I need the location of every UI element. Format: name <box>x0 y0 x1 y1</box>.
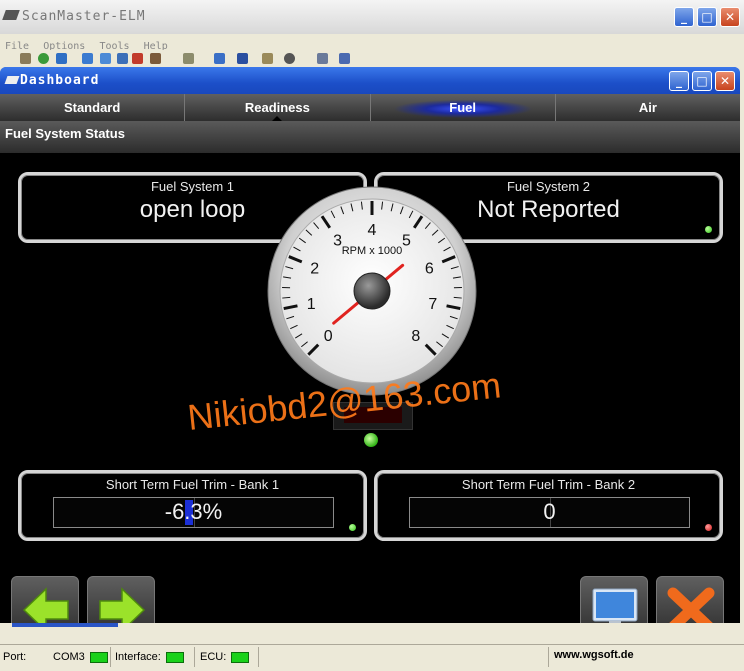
toolbar-connect-icon[interactable] <box>38 53 49 64</box>
gauge-unit-label: RPM x 1000 <box>342 245 403 257</box>
window-bottom-strip <box>0 623 744 644</box>
tab-air[interactable]: Air <box>556 94 740 121</box>
stft-bank2-label: Short Term Fuel Trim - Bank 2 <box>377 477 720 492</box>
dashboard-titlebar: Dashboard _ □ ✕ <box>0 67 740 94</box>
maximize-button[interactable]: □ <box>697 7 717 27</box>
gauge-tick-label: 2 <box>310 260 319 277</box>
status-port-label: Port: <box>3 650 26 664</box>
toolbar-person-icon[interactable] <box>150 53 161 64</box>
status-ecu: ECU: <box>200 650 249 664</box>
stft-bank2-value: 0 <box>410 499 689 525</box>
toolbar-settings-icon[interactable] <box>284 53 295 64</box>
interface-led-icon <box>166 652 184 663</box>
gauge-tick-label: 6 <box>425 260 434 277</box>
gauge-tick-label: 5 <box>402 232 411 249</box>
status-led-icon <box>705 226 712 233</box>
app-titlebar: ScanMaster-ELM _ □ ✕ <box>0 0 744 35</box>
app-icon <box>2 10 20 20</box>
tab-readiness[interactable]: Readiness <box>185 94 370 121</box>
status-port: COM3 <box>53 650 108 664</box>
toolbar-monitor-icon[interactable] <box>82 53 93 64</box>
gauge-tick-label: 8 <box>411 328 420 345</box>
stft-bank1-label: Short Term Fuel Trim - Bank 1 <box>21 477 364 492</box>
gauge-indicator-lamp <box>364 433 378 447</box>
gauge-tick-label: 1 <box>307 296 316 313</box>
toolbar-screen-icon[interactable] <box>214 53 225 64</box>
rpm-gauge: 012345678 RPM x 1000 <box>266 185 478 397</box>
toolbar-help-icon[interactable] <box>317 53 328 64</box>
stft-bank2-bar: 0 <box>409 497 690 528</box>
toolbar-card-icon[interactable] <box>237 53 248 64</box>
tab-bar: Standard Readiness Fuel Air <box>0 94 740 121</box>
status-ecu-label: ECU: <box>200 651 226 663</box>
toolbar-tool-icon[interactable] <box>20 53 31 64</box>
dashboard-title: Dashboard <box>20 73 99 88</box>
status-website-link[interactable]: www.wgsoft.de <box>554 649 634 661</box>
port-led-icon <box>90 652 108 663</box>
gauge-minor-tick <box>454 297 462 298</box>
stft-bank1-value: -6.3% <box>54 499 333 525</box>
app-title: ScanMaster-ELM <box>22 9 146 24</box>
toolbar-dashboard-icon[interactable] <box>56 53 67 64</box>
minimize-button[interactable]: _ <box>674 7 694 27</box>
gauge-tick-label: 0 <box>324 328 333 345</box>
status-interface-label: Interface: <box>115 651 161 663</box>
tab-standard[interactable]: Standard <box>0 94 185 121</box>
section-header: Fuel System Status <box>0 121 740 153</box>
stft-bank1-bar: -6.3% <box>53 497 334 528</box>
stft-bank2-panel: Short Term Fuel Trim - Bank 2 0 <box>374 470 723 541</box>
gauge-hub <box>354 273 390 309</box>
close-button[interactable]: ✕ <box>720 7 740 27</box>
status-bar: Port: COM3 Interface: ECU: www.wgsoft.de <box>0 644 744 671</box>
dashboard-maximize-button[interactable]: □ <box>692 71 712 91</box>
toolbar-print-icon[interactable] <box>262 53 273 64</box>
dashboard-icon <box>5 76 20 84</box>
toolbar-chart-icon[interactable] <box>117 53 128 64</box>
menu-bar: File Options Tools Help <box>0 34 744 50</box>
toolbar-clipboard-icon[interactable] <box>183 53 194 64</box>
status-led-icon <box>705 524 712 531</box>
gauge-minor-tick <box>282 297 290 298</box>
status-led-icon <box>349 524 356 531</box>
tab-fuel[interactable]: Fuel <box>371 94 556 121</box>
gauge-tick-label: 7 <box>428 296 437 313</box>
dashboard-minimize-button[interactable]: _ <box>669 71 689 91</box>
stft-bank1-panel: Short Term Fuel Trim - Bank 1 -6.3% <box>18 470 367 541</box>
ecu-led-icon <box>231 652 249 663</box>
toolbar-info-icon[interactable] <box>339 53 350 64</box>
section-title: Fuel System Status <box>5 126 125 141</box>
toolbar-window-icon[interactable] <box>100 53 111 64</box>
status-port-value: COM3 <box>53 651 85 663</box>
gauge-tick-label: 4 <box>368 222 377 239</box>
toolbar <box>0 50 744 66</box>
status-interface: Interface: <box>115 650 184 664</box>
dashboard-close-button[interactable]: ✕ <box>715 71 735 91</box>
toolbar-record-icon[interactable] <box>132 53 143 64</box>
